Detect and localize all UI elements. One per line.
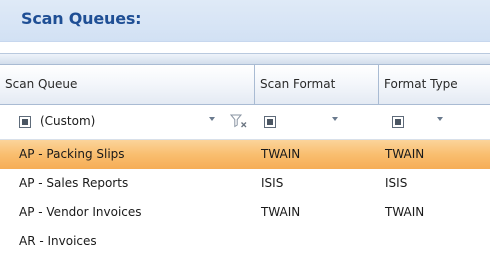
table-row[interactable]: AP - Vendor Invoices TWAIN TWAIN <box>0 198 490 227</box>
panel-title: Scan Queues: <box>21 9 142 28</box>
cell-scan-format: TWAIN <box>261 147 301 161</box>
clear-filter-icon[interactable] <box>230 114 248 128</box>
checkbox-indeterminate-icon[interactable] <box>264 116 276 128</box>
group-by-panel[interactable] <box>0 53 490 65</box>
column-header-scan-queue[interactable]: Scan Queue <box>0 65 255 104</box>
cell-scan-queue: AP - Vendor Invoices <box>19 205 142 219</box>
filter-row: (Custom) <box>0 105 490 140</box>
chevron-down-icon[interactable] <box>209 117 215 121</box>
column-header-label: Scan Queue <box>5 77 78 91</box>
filter-value: (Custom) <box>40 114 96 128</box>
table-row[interactable]: AR - Invoices <box>0 227 490 254</box>
cell-scan-queue: AP - Sales Reports <box>19 176 129 190</box>
panel-header: Scan Queues: <box>0 0 490 42</box>
cell-format-type: TWAIN <box>385 205 425 219</box>
cell-scan-format: TWAIN <box>261 205 301 219</box>
column-header-row: Scan Queue Scan Format Format Type <box>0 65 490 105</box>
filter-cell-scan-format[interactable] <box>255 105 379 139</box>
column-header-format-type[interactable]: Format Type <box>379 65 490 104</box>
chevron-down-icon[interactable] <box>437 117 443 121</box>
column-header-label: Format Type <box>384 77 458 91</box>
cell-scan-queue: AP - Packing Slips <box>19 147 125 161</box>
table-row[interactable]: AP - Sales Reports ISIS ISIS <box>0 169 490 198</box>
checkbox-indeterminate-icon[interactable] <box>392 116 404 128</box>
chevron-down-icon[interactable] <box>332 117 338 121</box>
filter-cell-format-type[interactable] <box>379 105 490 139</box>
cell-scan-format: ISIS <box>261 176 284 190</box>
column-header-scan-format[interactable]: Scan Format <box>255 65 379 104</box>
column-header-label: Scan Format <box>260 77 336 91</box>
cell-format-type: TWAIN <box>385 147 425 161</box>
table-row[interactable]: AP - Packing Slips TWAIN TWAIN <box>0 140 490 169</box>
filter-cell-scan-queue[interactable]: (Custom) <box>0 105 255 139</box>
checkbox-indeterminate-icon[interactable] <box>19 116 31 128</box>
cell-scan-queue: AR - Invoices <box>19 234 97 248</box>
cell-format-type: ISIS <box>385 176 408 190</box>
